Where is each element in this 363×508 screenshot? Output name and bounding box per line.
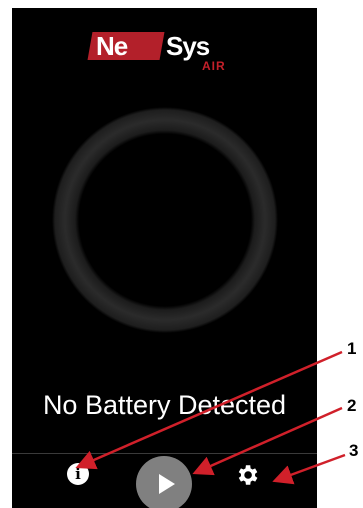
callout-label-3: 3	[349, 441, 359, 460]
app-screen: Ne Sys AIR No Battery Detected i	[12, 8, 317, 508]
bottom-bar-divider	[12, 453, 317, 454]
logo-text-air: AIR	[202, 59, 226, 73]
callout-label-1: 1	[347, 339, 357, 358]
settings-button[interactable]	[234, 462, 260, 488]
info-icon: i	[75, 465, 81, 483]
callout-label-2: 2	[347, 396, 357, 415]
play-button[interactable]	[136, 456, 192, 508]
logo-text-ne: Ne	[96, 31, 128, 61]
status-ring	[52, 107, 278, 333]
battery-status-text: No Battery Detected	[42, 390, 287, 420]
play-icon	[159, 474, 175, 494]
gear-icon	[238, 465, 258, 485]
logo-text-sys: Sys	[166, 31, 210, 61]
nexsys-air-logo: Ne Sys AIR	[87, 28, 240, 73]
info-button[interactable]: i	[67, 463, 89, 485]
